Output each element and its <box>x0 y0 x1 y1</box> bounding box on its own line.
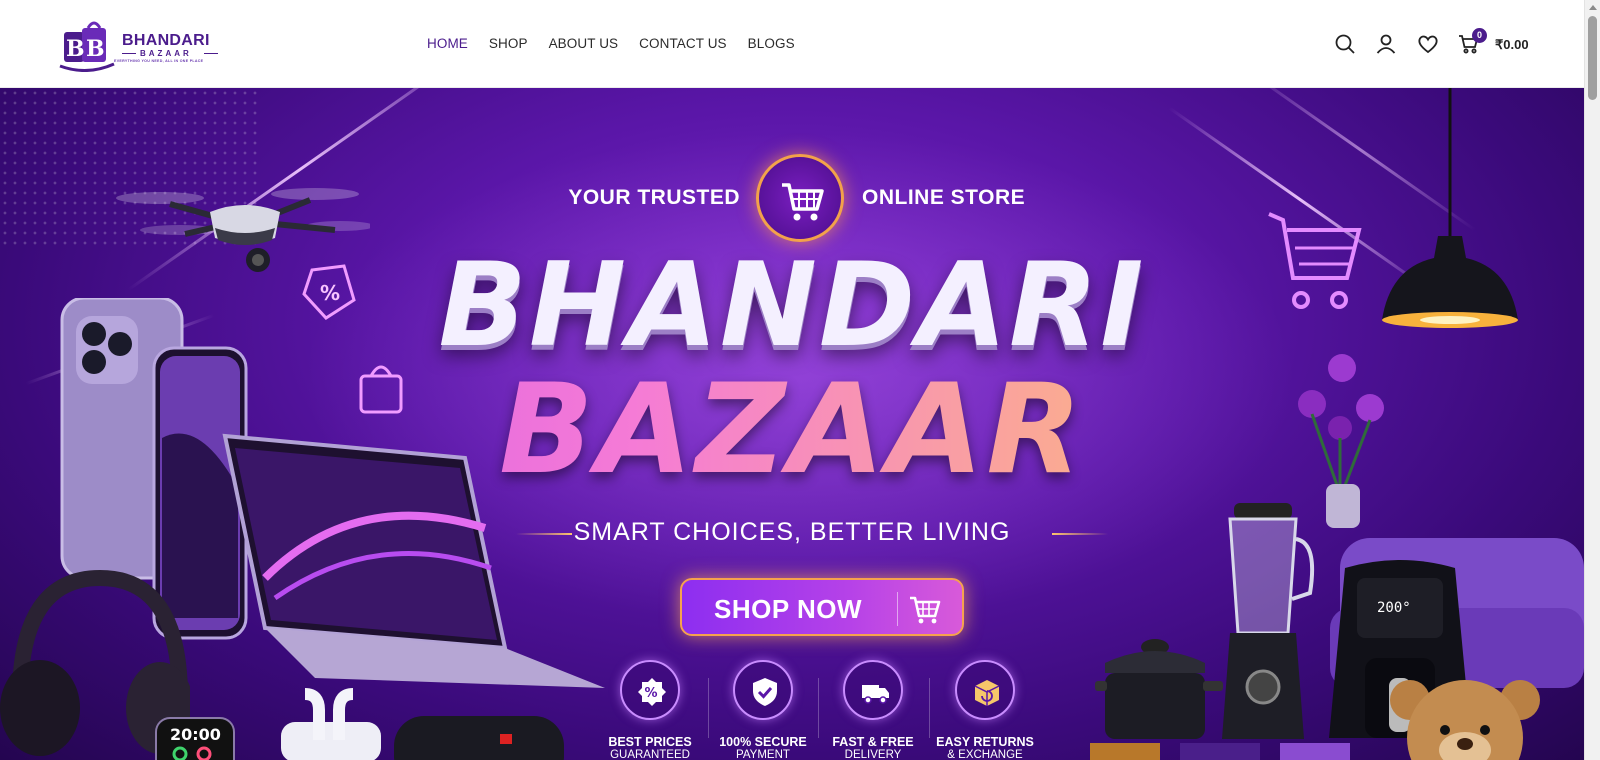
svg-text:B: B <box>66 36 85 62</box>
hero-banner[interactable]: % YOUR TRUSTED ONLINE STORE BHANDARI BAZ… <box>0 88 1584 760</box>
perfume-bottles-image <box>1090 743 1350 760</box>
earbuds-image <box>281 688 381 760</box>
feature-divider <box>708 678 709 738</box>
air-fryer-display: 200° <box>1377 600 1411 616</box>
plant-vase-image <box>1298 354 1384 528</box>
logo[interactable]: B B BHANDARI BAZAAR EVERYTHING YOU NEED,… <box>56 14 221 74</box>
feature-title: 100% SECURE <box>719 735 807 749</box>
feature-title: FAST & FREE <box>832 735 914 749</box>
search-icon[interactable] <box>1333 32 1357 56</box>
feature-best-prices: % BEST PRICES GUARANTEED <box>600 660 700 760</box>
logo-mark-icon: B B <box>59 21 115 72</box>
nav-home[interactable]: HOME <box>427 36 468 51</box>
logo-subtitle: BAZAAR <box>140 49 192 58</box>
heart-icon[interactable] <box>1416 32 1440 56</box>
svg-text:B: B <box>86 36 105 62</box>
return-box-icon <box>955 660 1015 720</box>
feature-title: EASY RETURNS <box>936 735 1034 749</box>
feature-subtitle: & EXCHANGE <box>947 749 1023 760</box>
page-scrollbar[interactable] <box>1584 0 1600 760</box>
teddy-bear-image <box>1390 680 1540 760</box>
watch-time: 20:00 <box>170 725 221 744</box>
site-header: B B BHANDARI BAZAAR EVERYTHING YOU NEED,… <box>0 0 1584 88</box>
cooking-pot-image <box>1095 639 1223 739</box>
cart-badge-circle <box>756 154 844 242</box>
cart-total[interactable]: ₹0.00 <box>1495 37 1529 53</box>
logo-divider <box>204 53 218 54</box>
feature-divider <box>818 678 819 738</box>
laptop-image <box>222 433 605 688</box>
feature-free-delivery: FAST & FREE DELIVERY <box>823 660 923 760</box>
nav-shop[interactable]: SHOP <box>489 36 528 51</box>
feature-secure-payment: 100% SECURE PAYMENT <box>713 660 813 760</box>
scroll-thumb[interactable] <box>1588 16 1597 100</box>
svg-text:%: % <box>645 686 658 701</box>
main-nav: HOME SHOP ABOUT US CONTACT US BLOGS <box>427 36 795 51</box>
cart-icon <box>910 596 941 624</box>
nav-blogs[interactable]: BLOGS <box>748 36 795 51</box>
nav-about-us[interactable]: ABOUT US <box>549 36 619 51</box>
logo-tagline: EVERYTHING YOU NEED, ALL IN ONE PLACE <box>114 59 204 63</box>
tagline-left: YOUR TRUSTED <box>568 186 740 209</box>
feature-subtitle: DELIVERY <box>844 749 902 760</box>
feature-title: BEST PRICES <box>608 735 692 749</box>
slogan-divider-right <box>1052 533 1108 535</box>
button-divider <box>897 592 898 626</box>
tagline-right: ONLINE STORE <box>862 186 1026 209</box>
shield-check-icon <box>733 660 793 720</box>
logo-title: BHANDARI <box>122 32 210 49</box>
speaker-image <box>394 716 564 760</box>
logo-divider <box>122 53 136 54</box>
feature-easy-returns: EASY RETURNS & EXCHANGE <box>935 660 1035 760</box>
truck-icon <box>843 660 903 720</box>
smartwatch-image: 20:00 <box>155 717 235 760</box>
scroll-up-arrow-icon[interactable] <box>1589 5 1597 10</box>
feature-divider <box>929 678 930 738</box>
shop-now-label: SHOP NOW <box>714 594 862 624</box>
tagline-row: YOUR TRUSTED ONLINE STORE <box>0 154 1584 244</box>
cart-icon <box>782 183 824 221</box>
cart-count-badge: 0 <box>1472 28 1487 43</box>
feature-subtitle: GUARANTEED <box>610 749 690 760</box>
shop-now-button[interactable]: SHOP NOW <box>680 578 964 636</box>
feature-subtitle: PAYMENT <box>736 749 790 760</box>
user-icon[interactable] <box>1374 32 1398 56</box>
nav-contact-us[interactable]: CONTACT US <box>639 36 727 51</box>
percent-badge-icon: % <box>620 660 680 720</box>
